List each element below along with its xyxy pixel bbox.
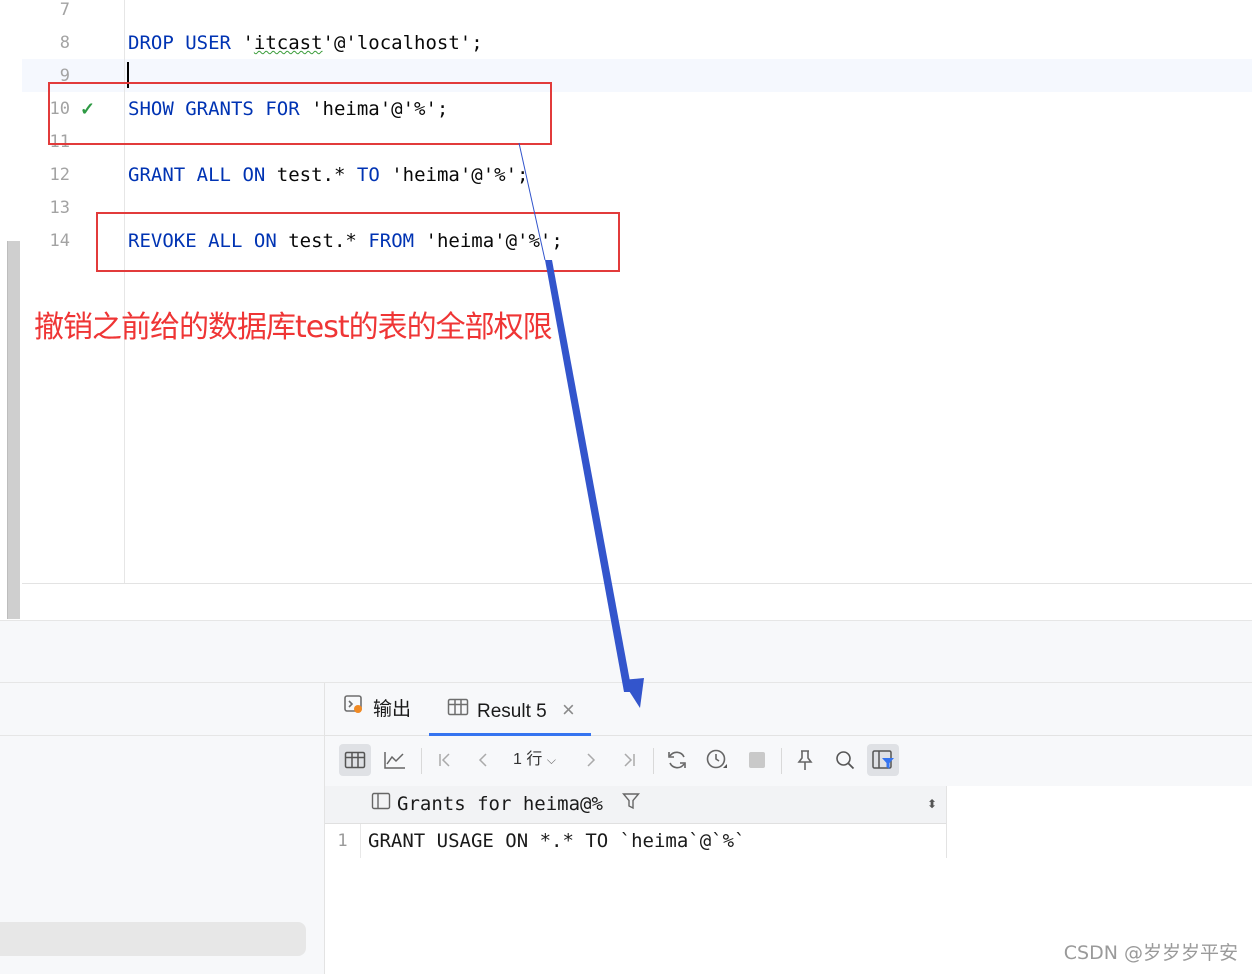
table-view-icon[interactable] — [339, 744, 371, 776]
refresh-icon[interactable] — [661, 744, 693, 776]
selected-tree-item[interactable] — [0, 922, 306, 956]
pane-divider — [0, 735, 324, 736]
line-number: 14 — [49, 231, 70, 251]
active-tab-indicator — [429, 733, 591, 736]
string-host: '@'localhost'; — [322, 32, 483, 54]
chevron-down-icon: ⌵ — [546, 753, 556, 767]
row-count-label: 1 行 — [513, 751, 543, 768]
identifier-table: test.* — [276, 164, 346, 186]
editor-bottom-border — [22, 583, 1252, 584]
string-itcast: itcast — [253, 32, 323, 54]
keyword-user: USER — [185, 32, 231, 54]
toolbar-separator — [781, 748, 782, 774]
annotation-note: 撤销之前给的数据库test的表的全部权限 — [34, 310, 553, 345]
watermark: CSDN @岁岁岁平安 — [1063, 942, 1238, 964]
column-header[interactable]: Grants for heima@% — [371, 786, 641, 823]
line-number: 12 — [49, 165, 70, 185]
search-icon[interactable] — [829, 744, 861, 776]
history-icon[interactable] — [701, 744, 733, 776]
tab-output-label: 输出 — [373, 699, 412, 721]
code-text[interactable]: DROP USER 'itcast'@'localhost'; — [128, 27, 483, 60]
code-text[interactable]: GRANT ALL ON test.* TO 'heima'@'%'; — [128, 159, 529, 192]
keyword-grant: GRANT — [128, 164, 186, 186]
line-number: 13 — [49, 198, 70, 218]
result-grid: Grants for heima@% ⬍ 1 GRANT USAGE ON *.… — [325, 786, 947, 859]
table-row[interactable]: 1 GRANT USAGE ON *.* TO `heima`@`%` — [325, 824, 947, 859]
sort-icon[interactable]: ⬍ — [927, 786, 937, 823]
editor-line-8[interactable]: 8 DROP USER 'itcast'@'localhost'; — [0, 27, 1252, 60]
keyword-all: ALL — [196, 164, 231, 186]
close-icon[interactable]: × — [562, 697, 575, 722]
pin-icon[interactable] — [789, 744, 821, 776]
header-corner — [325, 786, 360, 823]
string-user: 'heima'@'%'; — [391, 164, 529, 186]
table-icon — [447, 685, 469, 739]
editor-line-7: 7 — [0, 0, 1252, 27]
keyword-to: TO — [356, 164, 380, 186]
annotation-box-show-grants — [48, 82, 552, 145]
result-tabs: 输出 Result 5 × — [325, 683, 1252, 736]
output-icon — [343, 683, 365, 737]
filter-icon[interactable] — [622, 786, 641, 823]
annotation-box-revoke — [96, 212, 620, 272]
keyword-drop: DROP — [128, 32, 174, 54]
editor-line-12[interactable]: 12 GRANT ALL ON test.* TO 'heima'@'%'; — [0, 159, 1252, 192]
results-panel: 输出 Result 5 × 1 行 ⌵ Grants for heima@% ⬍… — [0, 682, 1252, 974]
services-pane — [0, 683, 325, 974]
first-page-icon[interactable] — [429, 744, 461, 776]
last-page-icon[interactable] — [613, 744, 645, 776]
line-number: 7 — [59, 0, 70, 20]
previous-page-icon[interactable] — [467, 744, 499, 776]
tab-result-5[interactable]: Result 5 × — [447, 683, 575, 735]
column-icon — [371, 786, 391, 823]
cell-value[interactable]: GRANT USAGE ON *.* TO `heima`@`%` — [368, 824, 746, 858]
line-number: 8 — [59, 33, 70, 53]
filter-view-icon[interactable] — [867, 744, 899, 776]
grid-empty-area — [947, 786, 1252, 858]
string-quote: ' — [242, 32, 254, 54]
chart-view-icon[interactable] — [379, 744, 411, 776]
column-header-label: Grants for heima@% — [397, 793, 603, 815]
tab-output[interactable]: 输出 — [343, 683, 411, 735]
panel-divider-strip — [0, 620, 1252, 683]
row-number: 1 — [325, 824, 361, 858]
row-count-select[interactable]: 1 行 ⌵ — [513, 744, 556, 776]
tab-result-label: Result 5 — [477, 701, 547, 722]
keyword-on: ON — [242, 164, 266, 186]
stop-icon[interactable] — [741, 744, 773, 776]
result-toolbar: 1 行 ⌵ — [325, 740, 1252, 784]
next-page-icon[interactable] — [575, 744, 607, 776]
toolbar-separator — [421, 748, 422, 774]
grid-header: Grants for heima@% ⬍ — [325, 786, 947, 824]
left-scrollbar[interactable] — [7, 241, 20, 619]
toolbar-separator — [653, 748, 654, 774]
